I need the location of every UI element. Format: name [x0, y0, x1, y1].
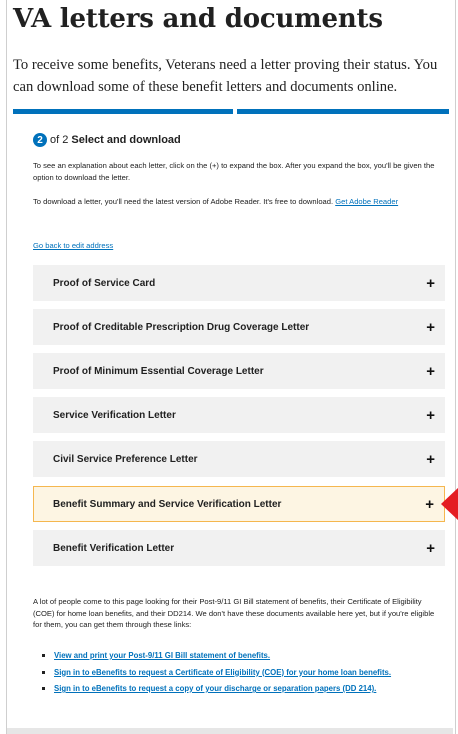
plus-icon[interactable]: + [426, 408, 435, 423]
plus-icon[interactable]: + [426, 541, 435, 556]
get-adobe-reader-link[interactable]: Get Adobe Reader [335, 197, 398, 206]
plus-icon[interactable]: + [426, 452, 435, 467]
footer-bar [7, 728, 453, 734]
plus-icon[interactable]: + [425, 497, 434, 512]
accordion-civil-service-preference-letter[interactable]: Civil Service Preference Letter + [33, 441, 445, 477]
accordion-minimum-essential-coverage-letter[interactable]: Proof of Minimum Essential Coverage Lett… [33, 353, 445, 389]
accordion-proof-of-service-card[interactable]: Proof of Service Card + [33, 265, 445, 301]
dd214-request-link[interactable]: Sign in to eBenefits to request a copy o… [54, 684, 376, 693]
progress-segment-1 [13, 109, 233, 114]
other-documents-links: View and print your Post-9/11 GI Bill st… [40, 650, 445, 700]
step-of-text: of 2 [50, 134, 69, 146]
download-instructions-text: To download a letter, you'll need the la… [33, 197, 334, 206]
accordion-benefit-verification-letter[interactable]: Benefit Verification Letter + [33, 530, 445, 566]
accordion-label: Proof of Service Card [53, 277, 156, 289]
accordion-service-verification-letter[interactable]: Service Verification Letter + [33, 397, 445, 433]
red-arrow-pointer-icon [441, 487, 458, 521]
list-item: View and print your Post-9/11 GI Bill st… [40, 650, 445, 662]
accordion-label: Proof of Creditable Prescription Drug Co… [53, 321, 310, 333]
step-title: Select and download [71, 134, 181, 146]
accordion-label: Service Verification Letter [53, 409, 176, 421]
accordion-benefit-summary-service-verification-letter[interactable]: Benefit Summary and Service Verification… [33, 486, 445, 522]
other-documents-note: A lot of people come to this page lookin… [33, 597, 435, 629]
plus-icon[interactable]: + [426, 320, 435, 335]
download-instructions: To download a letter, you'll need the la… [33, 196, 445, 208]
list-item: Sign in to eBenefits to request a Certif… [40, 667, 445, 679]
expand-instructions: To see an explanation about each letter,… [33, 161, 435, 182]
page-title: VA letters and documents [13, 4, 383, 34]
coe-request-link[interactable]: Sign in to eBenefits to request a Certif… [54, 668, 391, 677]
accordion-label: Benefit Verification Letter [53, 542, 175, 554]
accordion-label: Benefit Summary and Service Verification… [53, 498, 282, 510]
page-intro: To receive some benefits, Veterans need … [13, 57, 438, 95]
plus-icon[interactable]: + [426, 364, 435, 379]
gi-bill-statement-link[interactable]: View and print your Post-9/11 GI Bill st… [54, 651, 270, 660]
list-item: Sign in to eBenefits to request a copy o… [40, 683, 445, 695]
step-number-badge: 2 [33, 133, 47, 147]
go-back-edit-address-link[interactable]: Go back to edit address [33, 241, 113, 250]
progress-segment-2 [237, 109, 449, 114]
accordion-label: Civil Service Preference Letter [53, 453, 198, 465]
plus-icon[interactable]: + [426, 276, 435, 291]
accordion-label: Proof of Minimum Essential Coverage Lett… [53, 365, 264, 377]
accordion-prescription-drug-coverage-letter[interactable]: Proof of Creditable Prescription Drug Co… [33, 309, 445, 345]
step-indicator: 2 of 2 Select and download [33, 133, 181, 147]
